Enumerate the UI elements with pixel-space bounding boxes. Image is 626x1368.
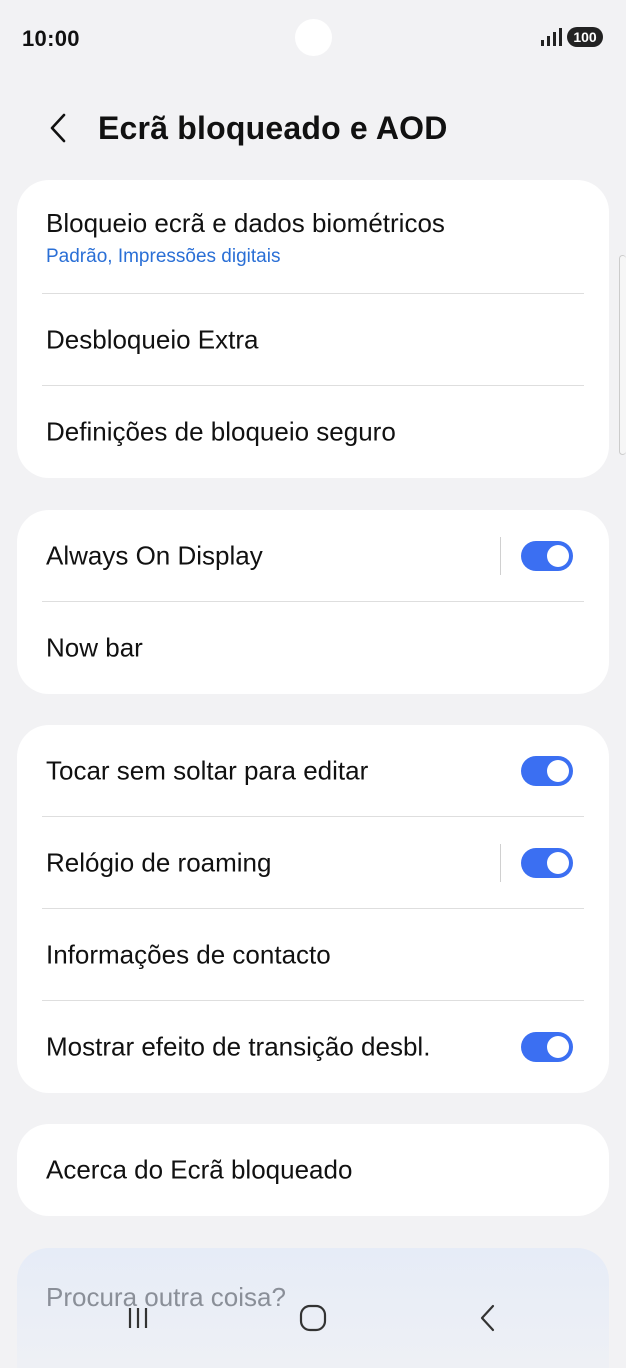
item-label: Desbloqueio Extra	[46, 324, 259, 355]
vertical-separator	[500, 537, 501, 575]
item-unlock-transition-effect[interactable]: Mostrar efeito de transição desbl.	[17, 1001, 609, 1093]
status-bar: 10:00 100	[0, 0, 626, 80]
page-title: Ecrã bloqueado e AOD	[98, 110, 448, 146]
clock: 10:00	[22, 26, 80, 51]
roaming-clock-toggle[interactable]	[521, 848, 573, 878]
item-secure-lock-settings[interactable]: Definições de bloqueio seguro	[17, 386, 609, 478]
unlock-transition-toggle[interactable]	[521, 1032, 573, 1062]
item-label: Informações de contacto	[46, 939, 331, 970]
item-always-on-display[interactable]: Always On Display	[17, 510, 609, 602]
back-nav-button[interactable]	[458, 1296, 518, 1340]
item-touch-hold-edit[interactable]: Tocar sem soltar para editar	[17, 725, 609, 817]
touch-hold-edit-toggle[interactable]	[521, 756, 573, 786]
back-button[interactable]	[36, 106, 80, 150]
back-icon	[480, 1304, 495, 1332]
item-label: Definições de bloqueio seguro	[46, 416, 396, 447]
item-label: Acerca do Ecrã bloqueado	[46, 1154, 353, 1185]
home-icon	[299, 1304, 327, 1332]
item-lock-screen-biometrics[interactable]: Bloqueio ecrã e dados biométricos Padrão…	[17, 180, 609, 294]
item-extra-unlock[interactable]: Desbloqueio Extra	[17, 294, 609, 386]
settings-group-about: Acerca do Ecrã bloqueado	[17, 1124, 609, 1216]
signal-icon	[541, 28, 562, 46]
vertical-separator	[500, 844, 501, 882]
settings-group-aod: Always On Display Now bar	[17, 510, 609, 694]
item-about-lock-screen[interactable]: Acerca do Ecrã bloqueado	[17, 1124, 609, 1216]
scrollbar[interactable]	[619, 255, 626, 455]
battery-icon: 100	[567, 27, 603, 47]
item-label: Now bar	[46, 632, 143, 663]
item-now-bar[interactable]: Now bar	[17, 602, 609, 694]
item-label: Bloqueio ecrã e dados biométricos	[46, 208, 445, 238]
settings-group-lock-options: Tocar sem soltar para editar Relógio de …	[17, 725, 609, 1093]
item-label: Always On Display	[46, 540, 263, 571]
recents-icon	[128, 1308, 148, 1328]
page-header: Ecrã bloqueado e AOD	[0, 100, 626, 160]
navigation-bar	[0, 1282, 626, 1358]
item-label: Relógio de roaming	[46, 847, 272, 878]
item-label: Mostrar efeito de transição desbl.	[46, 1031, 431, 1062]
item-subtitle: Padrão, Impressões digitais	[46, 246, 281, 267]
home-button[interactable]	[283, 1296, 343, 1340]
camera-cutout	[295, 19, 332, 56]
item-roaming-clock[interactable]: Relógio de roaming	[17, 817, 609, 909]
always-on-display-toggle[interactable]	[521, 541, 573, 571]
item-label: Tocar sem soltar para editar	[46, 755, 369, 786]
settings-group-security: Bloqueio ecrã e dados biométricos Padrão…	[17, 180, 609, 478]
recents-button[interactable]	[108, 1296, 168, 1340]
chevron-left-icon	[50, 113, 66, 143]
item-contact-info[interactable]: Informações de contacto	[17, 909, 609, 1001]
